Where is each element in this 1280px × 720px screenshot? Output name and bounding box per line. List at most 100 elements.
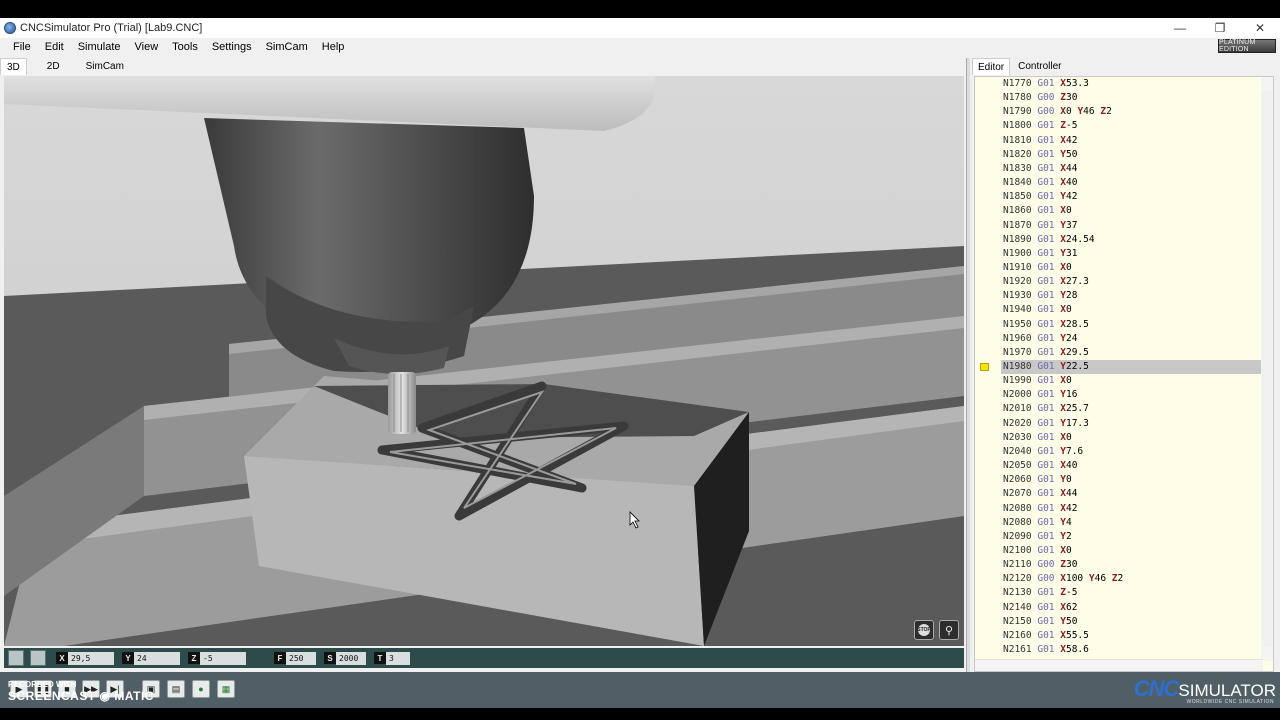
code-line[interactable]: N1940 G01 X0 bbox=[1001, 303, 1261, 317]
view-tabs: 3D 2D SimCam bbox=[0, 57, 968, 75]
g-code: G01 bbox=[1037, 403, 1055, 415]
code-line[interactable]: N1790 G00 X0 Y46 Z2 bbox=[1001, 105, 1261, 119]
line-number: N2000 bbox=[1003, 389, 1032, 401]
close-button[interactable]: ✕ bbox=[1240, 18, 1280, 38]
line-number: N2080 bbox=[1003, 502, 1032, 514]
film-button[interactable]: ▤ bbox=[167, 680, 185, 698]
code-line[interactable]: N1910 G01 X0 bbox=[1001, 261, 1261, 275]
code-line[interactable]: N1900 G01 Y31 bbox=[1001, 247, 1261, 261]
line-number: N2040 bbox=[1003, 445, 1032, 457]
g-code: G01 bbox=[1037, 389, 1055, 401]
code-line[interactable]: N1930 G01 Y28 bbox=[1001, 289, 1261, 303]
line-number: N1770 bbox=[1003, 78, 1032, 89]
g-code: G00 bbox=[1037, 106, 1055, 118]
code-args: Y7.6 bbox=[1060, 445, 1084, 457]
code-line[interactable]: N2161 G01 X58.6 bbox=[1001, 643, 1261, 657]
code-line[interactable]: N2070 G01 X44 bbox=[1001, 487, 1261, 501]
code-line[interactable]: N1830 G01 X44 bbox=[1001, 162, 1261, 176]
code-line[interactable]: N2110 G00 Z30 bbox=[1001, 558, 1261, 572]
menu-edit[interactable]: Edit bbox=[38, 41, 71, 53]
menu-help[interactable]: Help bbox=[315, 41, 352, 53]
code-line[interactable]: N1950 G01 X28.5 bbox=[1001, 318, 1261, 332]
code-line[interactable]: N1770 G01 X53.3 bbox=[1001, 77, 1261, 91]
code-line[interactable]: N2160 G01 X55.5 bbox=[1001, 629, 1261, 643]
code-line[interactable]: N2040 G01 Y7.6 bbox=[1001, 445, 1261, 459]
code-line[interactable]: N2120 G00 X100 Y46 Z2 bbox=[1001, 572, 1261, 586]
menu-settings[interactable]: Settings bbox=[205, 41, 259, 53]
code-args: X58.6 bbox=[1060, 644, 1089, 655]
code-line[interactable]: N1850 G01 Y42 bbox=[1001, 190, 1261, 204]
s-label: S bbox=[324, 652, 336, 664]
code-line[interactable]: N2020 G01 Y17.3 bbox=[1001, 417, 1261, 431]
horizontal-scrollbar[interactable] bbox=[975, 659, 1263, 671]
code-line[interactable]: N2000 G01 Y16 bbox=[1001, 388, 1261, 402]
scroll-thumb[interactable] bbox=[1262, 91, 1272, 647]
watermark-matic: MATIC bbox=[114, 689, 154, 703]
stop-button[interactable]: STOP bbox=[914, 620, 934, 640]
code-line[interactable]: N2090 G01 Y2 bbox=[1001, 530, 1261, 544]
line-number: N1910 bbox=[1003, 261, 1032, 273]
tab-simcam[interactable]: SimCam bbox=[80, 58, 130, 75]
3d-viewport[interactable]: STOP ⚲ bbox=[4, 76, 964, 646]
tab-editor[interactable]: Editor bbox=[972, 58, 1011, 75]
code-line[interactable]: N1820 G01 Y50 bbox=[1001, 148, 1261, 162]
panel-splitter[interactable] bbox=[966, 58, 970, 688]
g-code: G01 bbox=[1037, 544, 1055, 556]
g-code: G01 bbox=[1037, 460, 1055, 472]
code-line[interactable]: N1800 G01 Z-5 bbox=[1001, 119, 1261, 133]
code-line[interactable]: N2080 G01 Y4 bbox=[1001, 516, 1261, 530]
code-line[interactable]: N1840 G01 X40 bbox=[1001, 176, 1261, 190]
code-line[interactable]: N1990 G01 X0 bbox=[1001, 374, 1261, 388]
pencil-icon[interactable] bbox=[30, 650, 46, 666]
line-number: N1890 bbox=[1003, 233, 1032, 245]
code-line[interactable]: N1970 G01 X29.5 bbox=[1001, 346, 1261, 360]
y-label: Y bbox=[122, 652, 134, 664]
screenshot-button[interactable]: ▦ bbox=[217, 680, 235, 698]
code-line[interactable]: N2010 G01 X25.7 bbox=[1001, 402, 1261, 416]
line-number: N2130 bbox=[1003, 587, 1032, 599]
color-button[interactable]: ● bbox=[192, 680, 210, 698]
minimize-button[interactable]: — bbox=[1160, 18, 1200, 38]
coolant-button[interactable]: ⚲ bbox=[939, 620, 959, 640]
tab-controller[interactable]: Controller bbox=[1013, 58, 1066, 75]
menu-tools[interactable]: Tools bbox=[165, 41, 205, 53]
code-line[interactable]: N2150 G01 Y50 bbox=[1001, 615, 1261, 629]
menu-simulate[interactable]: Simulate bbox=[71, 41, 128, 53]
x-value: 29,5 bbox=[68, 651, 114, 665]
code-line[interactable]: N1870 G01 Y37 bbox=[1001, 219, 1261, 233]
code-line[interactable]: N1810 G01 X42 bbox=[1001, 134, 1261, 148]
g-code: G01 bbox=[1037, 304, 1055, 316]
code-line[interactable]: N2050 G01 X40 bbox=[1001, 459, 1261, 473]
code-line[interactable]: N1890 G01 X24.54 bbox=[1001, 233, 1261, 247]
code-line[interactable]: N1860 G01 X0 bbox=[1001, 204, 1261, 218]
code-line[interactable]: N2080 G01 X42 bbox=[1001, 502, 1261, 516]
line-number: N1840 bbox=[1003, 177, 1032, 189]
vertical-scrollbar[interactable] bbox=[1261, 77, 1273, 661]
line-number: N2140 bbox=[1003, 601, 1032, 613]
watermark-logo-icon: ◉ bbox=[99, 689, 111, 703]
tab-3d[interactable]: 3D bbox=[0, 58, 27, 75]
menu-file[interactable]: File bbox=[6, 41, 38, 53]
code-editor[interactable]: N1770 G01 X53.3 N1780 G00 Z30 N1790 G00 X0… bbox=[974, 76, 1274, 672]
code-line[interactable]: N2030 G01 X0 bbox=[1001, 431, 1261, 445]
menu-view[interactable]: View bbox=[128, 41, 166, 53]
code-line[interactable]: N1920 G01 X27.3 bbox=[1001, 275, 1261, 289]
code-line[interactable]: N2140 G01 X62 bbox=[1001, 601, 1261, 615]
line-number: N2110 bbox=[1003, 559, 1032, 571]
menu-simcam[interactable]: SimCam bbox=[259, 41, 315, 53]
title-bar: CNCSimulator Pro (Trial) [Lab9.CNC] — ❐ … bbox=[0, 18, 1280, 38]
code-args: X25.7 bbox=[1060, 403, 1089, 415]
current-line-marker bbox=[980, 363, 989, 371]
code-line[interactable]: N2060 G01 Y0 bbox=[1001, 473, 1261, 487]
code-line[interactable]: N1780 G00 Z30 bbox=[1001, 91, 1261, 105]
code-line[interactable]: N1960 G01 Y24 bbox=[1001, 332, 1261, 346]
tab-2d[interactable]: 2D bbox=[41, 58, 66, 75]
view-icon[interactable] bbox=[8, 650, 24, 666]
restore-button[interactable]: ❐ bbox=[1200, 18, 1240, 38]
line-number: N2090 bbox=[1003, 530, 1032, 542]
code-line[interactable]: N2130 G01 Z-5 bbox=[1001, 586, 1261, 600]
window-controls: — ❐ ✕ bbox=[1160, 18, 1280, 38]
code-line[interactable]: N2100 G01 X0 bbox=[1001, 544, 1261, 558]
code-args: X40 bbox=[1060, 177, 1078, 189]
code-line[interactable]: N1980 G01 Y22.5 bbox=[1001, 360, 1261, 374]
